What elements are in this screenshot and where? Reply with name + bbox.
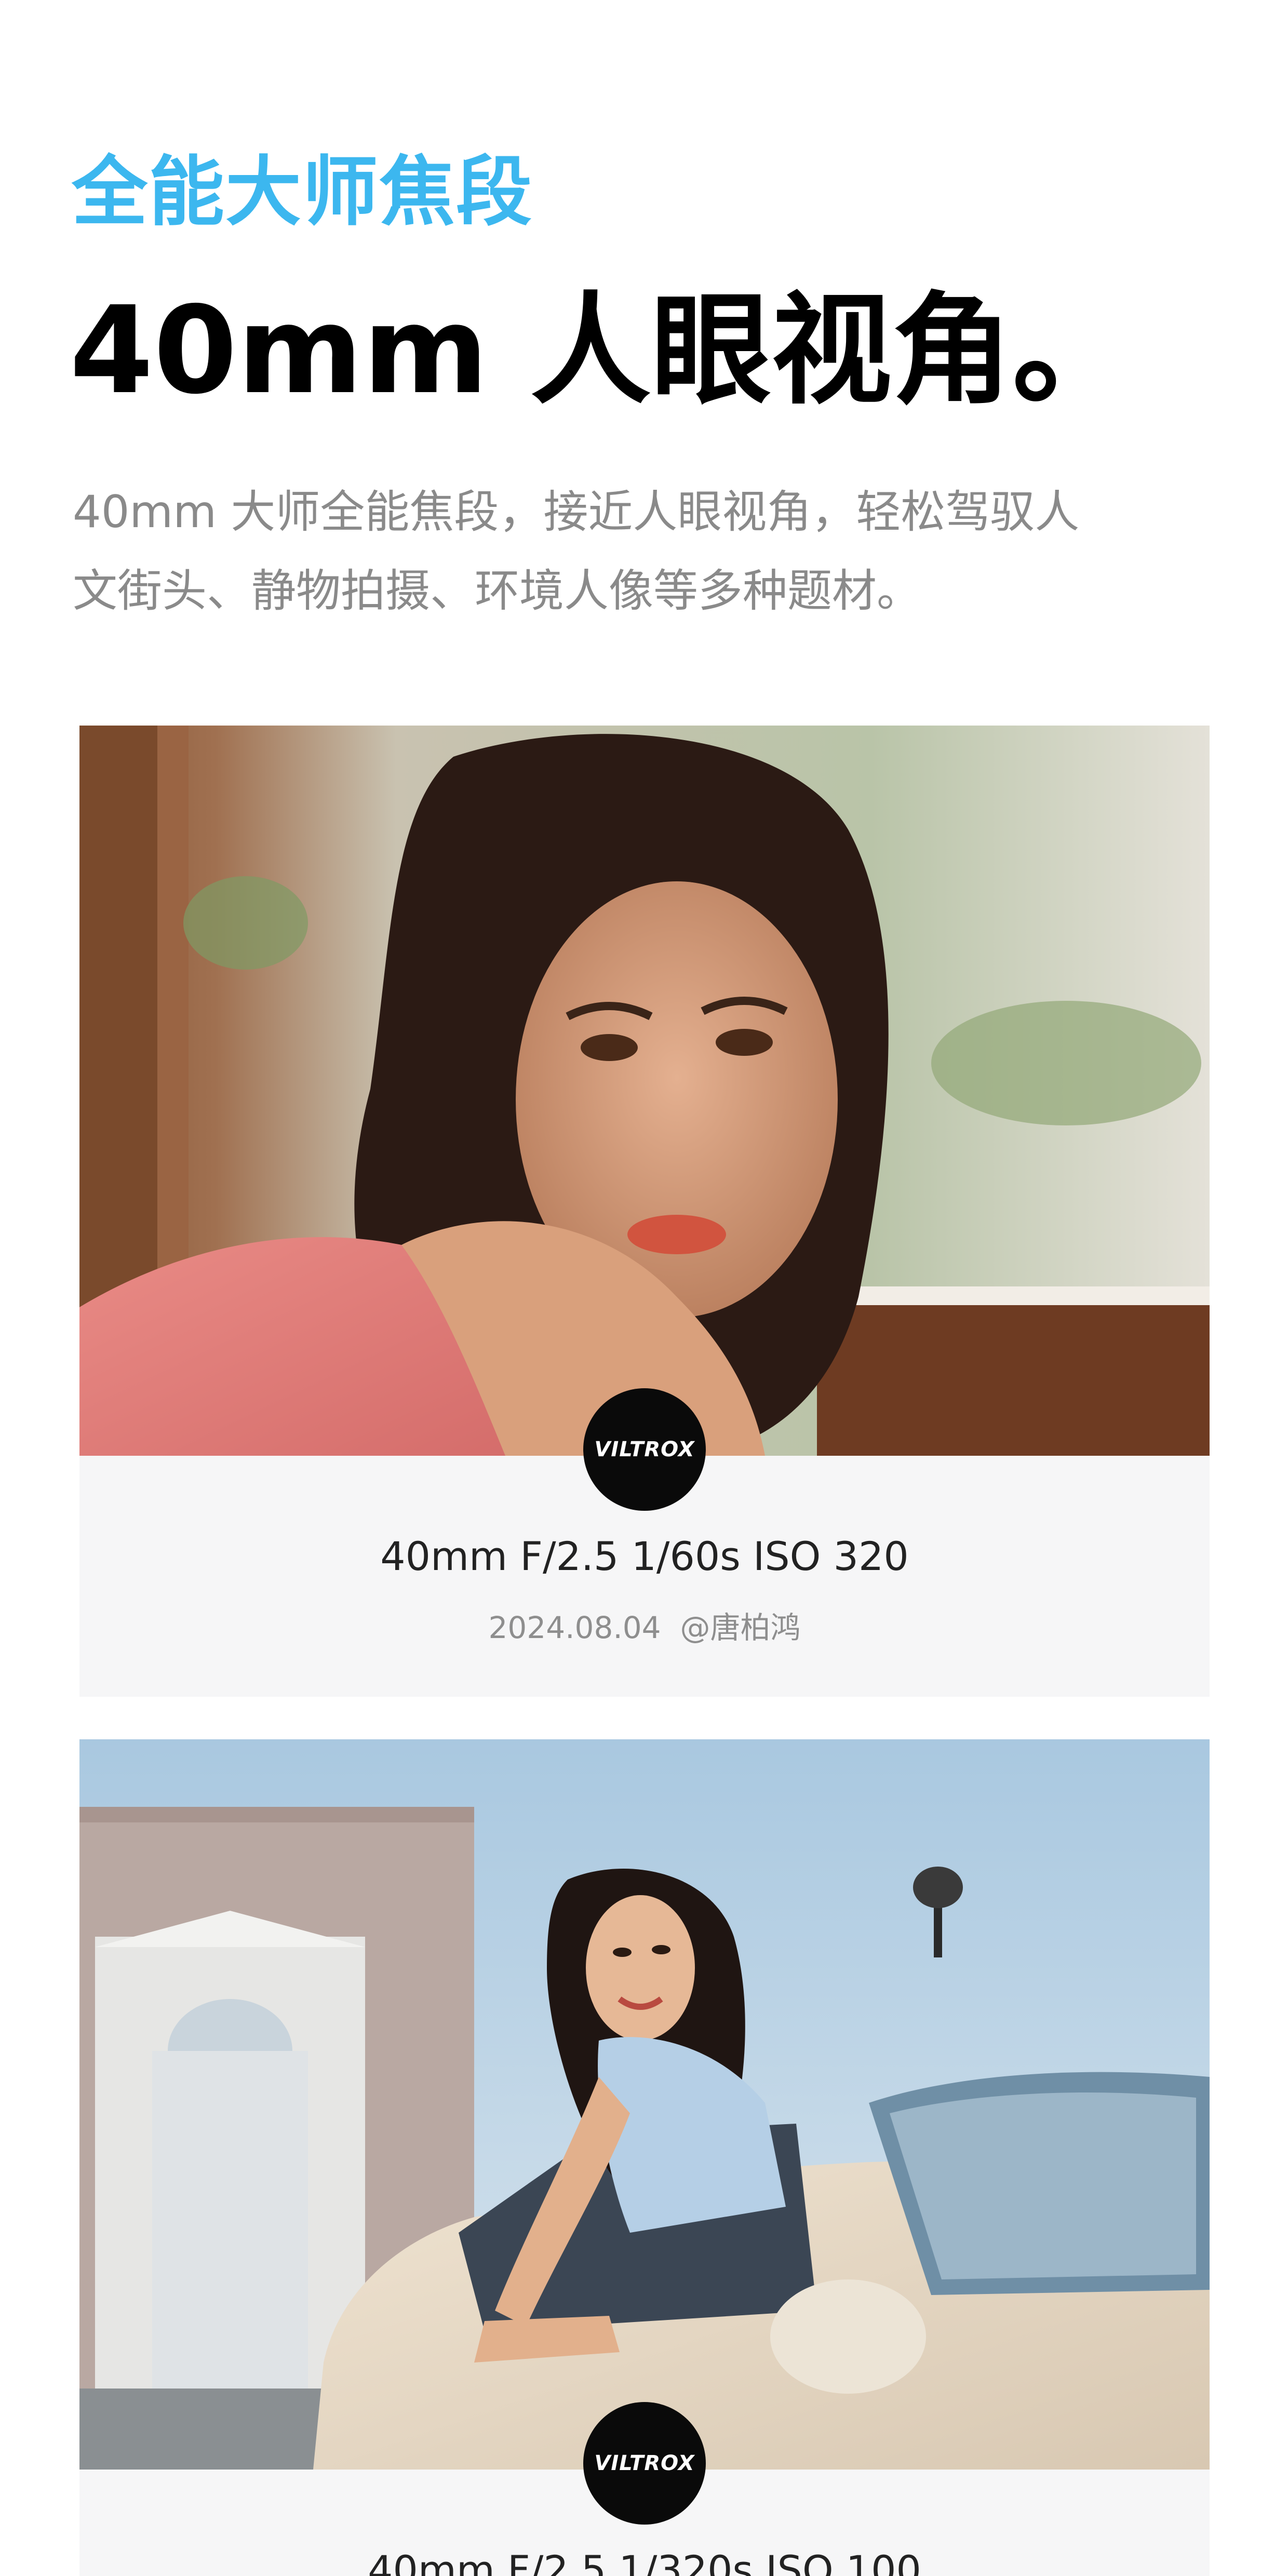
photo-author: @唐柏鸿 <box>680 1610 801 1645</box>
viltrox-logo-badge: VILTROX <box>583 1388 706 1511</box>
sample-photo-portrait <box>79 726 1210 1456</box>
description-line-2: 文街头、静物拍摄、环境人像等多种题材。 <box>73 565 921 617</box>
product-feature-page: 全能大师焦段 40mm 人眼视角。 40mm 大师全能焦段，接近人眼视角，轻松驾… <box>0 0 1288 2576</box>
sample-photo-card: VILTROX 40mm F/2.5 1/320s ISO 100 <box>79 1739 1210 2576</box>
section-headline: 40mm 人眼视角。 <box>70 280 1133 421</box>
sample-photo-street-car <box>79 1739 1210 2470</box>
viltrox-logo: VILTROX <box>594 2451 695 2475</box>
viltrox-logo-badge: VILTROX <box>583 2402 706 2525</box>
photo-date: 2024.08.04 <box>488 1610 661 1645</box>
sample-photo-card: VILTROX 40mm F/2.5 1/60s ISO 320 2024.08… <box>79 726 1210 1697</box>
section-description: 40mm 大师全能焦段，接近人眼视角，轻松驾驭人 文街头、静物拍摄、环境人像等多… <box>73 473 1236 630</box>
photo-exif-info: 40mm F/2.5 1/320s ISO 100 <box>368 2547 921 2576</box>
photo-exif-info: 40mm F/2.5 1/60s ISO 320 <box>380 1533 909 1579</box>
photo-credit: 2024.08.04 @唐柏鸿 <box>79 1603 1210 1647</box>
section-eyebrow: 全能大师焦段 <box>72 148 533 236</box>
description-line-1: 40mm 大师全能焦段，接近人眼视角，轻松驾驭人 <box>73 486 1080 538</box>
viltrox-logo: VILTROX <box>594 1438 695 1461</box>
